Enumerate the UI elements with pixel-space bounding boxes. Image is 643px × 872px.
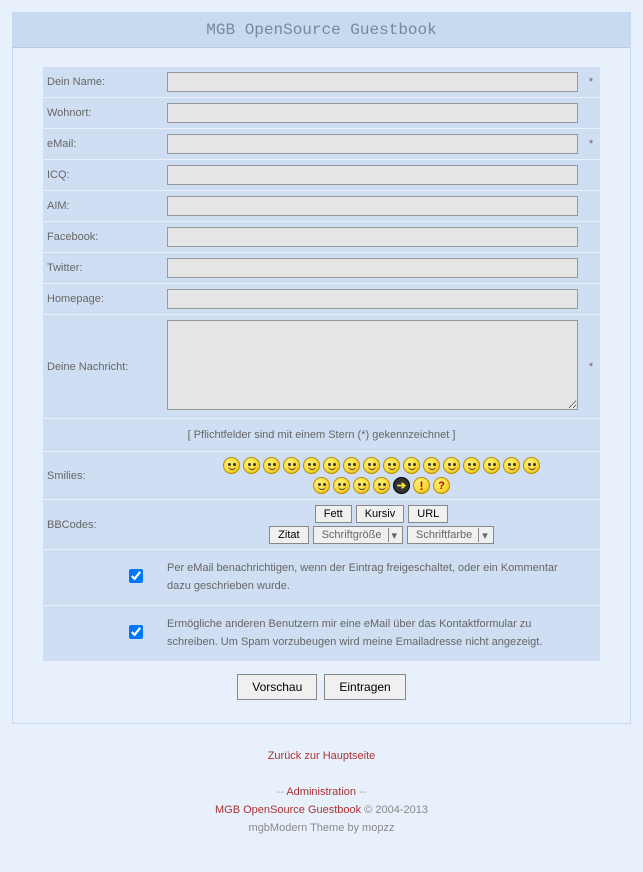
twitter-input[interactable]: [167, 258, 578, 278]
vorschau-button[interactable]: Vorschau: [237, 674, 317, 700]
smiley-tongue-icon[interactable]: [363, 457, 380, 474]
back-link[interactable]: Zurück zur Hauptseite: [268, 750, 376, 762]
theme-credit: mgbModern Theme by mopzz: [12, 822, 631, 834]
chevron-down-icon: ▾: [478, 528, 491, 542]
bbcode-fontcolor-select[interactable]: Schriftfarbe▾: [407, 526, 494, 544]
homepage-input[interactable]: [167, 289, 578, 309]
email-label: eMail:: [43, 129, 163, 160]
footer: Zurück zur Hauptseite -- Administration …: [12, 724, 631, 860]
smiley-meh-icon[interactable]: [523, 457, 540, 474]
form-table: Dein Name: * Wohnort: eMail: * ICQ: AIM: F…: [43, 66, 600, 705]
smiley-sad-icon[interactable]: [463, 457, 480, 474]
smiley-evil-icon[interactable]: [373, 477, 390, 494]
smilies-label: Smilies:: [43, 452, 163, 500]
icq-input[interactable]: [167, 165, 578, 185]
bbcode-fontsize-select[interactable]: Schriftgröße▾: [313, 526, 403, 544]
homepage-label: Homepage:: [43, 284, 163, 315]
smiley-confused-icon[interactable]: [423, 457, 440, 474]
bbcode-buttons: Fett Kursiv URL Zitat Schriftgröße▾ Schr…: [167, 505, 596, 544]
icq-required: [582, 160, 600, 191]
smiley-unsure-icon[interactable]: [503, 457, 520, 474]
smiley-neutral-icon[interactable]: [383, 457, 400, 474]
smiley-biggrin-icon[interactable]: [263, 457, 280, 474]
smilies-grid: ➔ ! ?: [222, 457, 542, 494]
message-label: Deine Nachricht:: [43, 315, 163, 419]
aim-label: AIM:: [43, 191, 163, 222]
contact-label: Ermögliche anderen Benutzern mir eine eM…: [163, 606, 600, 662]
guestbook-container: MGB OpenSource Guestbook Dein Name: * Woh…: [12, 12, 631, 724]
admin-link[interactable]: Administration: [286, 786, 356, 798]
smiley-exclaim-icon[interactable]: !: [413, 477, 430, 494]
facebook-required: [582, 222, 600, 253]
smiley-laugh-icon[interactable]: [283, 457, 300, 474]
smiley-angry-icon[interactable]: [353, 477, 370, 494]
facebook-input[interactable]: [167, 227, 578, 247]
wohnort-required: [582, 98, 600, 129]
form-area: Dein Name: * Wohnort: eMail: * ICQ: AIM: F…: [13, 48, 630, 723]
contact-checkbox[interactable]: [129, 625, 143, 639]
facebook-label: Facebook:: [43, 222, 163, 253]
product-link[interactable]: MGB OpenSource Guestbook: [215, 804, 361, 816]
smiley-grin-icon[interactable]: [243, 457, 260, 474]
message-textarea[interactable]: [167, 320, 578, 410]
name-label: Dein Name:: [43, 67, 163, 98]
bbcodes-label: BBCodes:: [43, 500, 163, 550]
twitter-label: Twitter:: [43, 253, 163, 284]
name-required: *: [582, 67, 600, 98]
twitter-required: [582, 253, 600, 284]
smiley-question-icon[interactable]: ?: [433, 477, 450, 494]
message-required: *: [582, 315, 600, 419]
bbcode-zitat-button[interactable]: Zitat: [269, 526, 308, 544]
smiley-smile-icon[interactable]: [223, 457, 240, 474]
smiley-sleepy-icon[interactable]: [333, 477, 350, 494]
required-note: [ Pflichtfelder sind mit einem Stern (*)…: [43, 419, 600, 452]
wohnort-label: Wohnort:: [43, 98, 163, 129]
bbcode-url-button[interactable]: URL: [408, 505, 448, 523]
bbcode-fett-button[interactable]: Fett: [315, 505, 352, 523]
smiley-arrow-icon[interactable]: ➔: [393, 477, 410, 494]
copyright-text: © 2004-2013: [361, 804, 428, 816]
icq-label: ICQ:: [43, 160, 163, 191]
aim-required: [582, 191, 600, 222]
smiley-cool-icon[interactable]: [303, 457, 320, 474]
page-title: MGB OpenSource Guestbook: [13, 13, 630, 48]
wohnort-input[interactable]: [167, 103, 578, 123]
name-input[interactable]: [167, 72, 578, 92]
email-input[interactable]: [167, 134, 578, 154]
homepage-required: [582, 284, 600, 315]
email-required: *: [582, 129, 600, 160]
smiley-cry-icon[interactable]: [483, 457, 500, 474]
smiley-shy-icon[interactable]: [443, 457, 460, 474]
smiley-happy-icon[interactable]: [343, 457, 360, 474]
bbcode-kursiv-button[interactable]: Kursiv: [356, 505, 405, 523]
notify-checkbox[interactable]: [129, 569, 143, 583]
eintragen-button[interactable]: Eintragen: [324, 674, 405, 700]
notify-label: Per eMail benachrichtigen, wenn der Eint…: [163, 550, 600, 606]
smiley-rolleyes-icon[interactable]: [403, 457, 420, 474]
aim-input[interactable]: [167, 196, 578, 216]
chevron-down-icon: ▾: [388, 528, 401, 542]
smiley-wink-icon[interactable]: [323, 457, 340, 474]
smiley-sick-icon[interactable]: [313, 477, 330, 494]
